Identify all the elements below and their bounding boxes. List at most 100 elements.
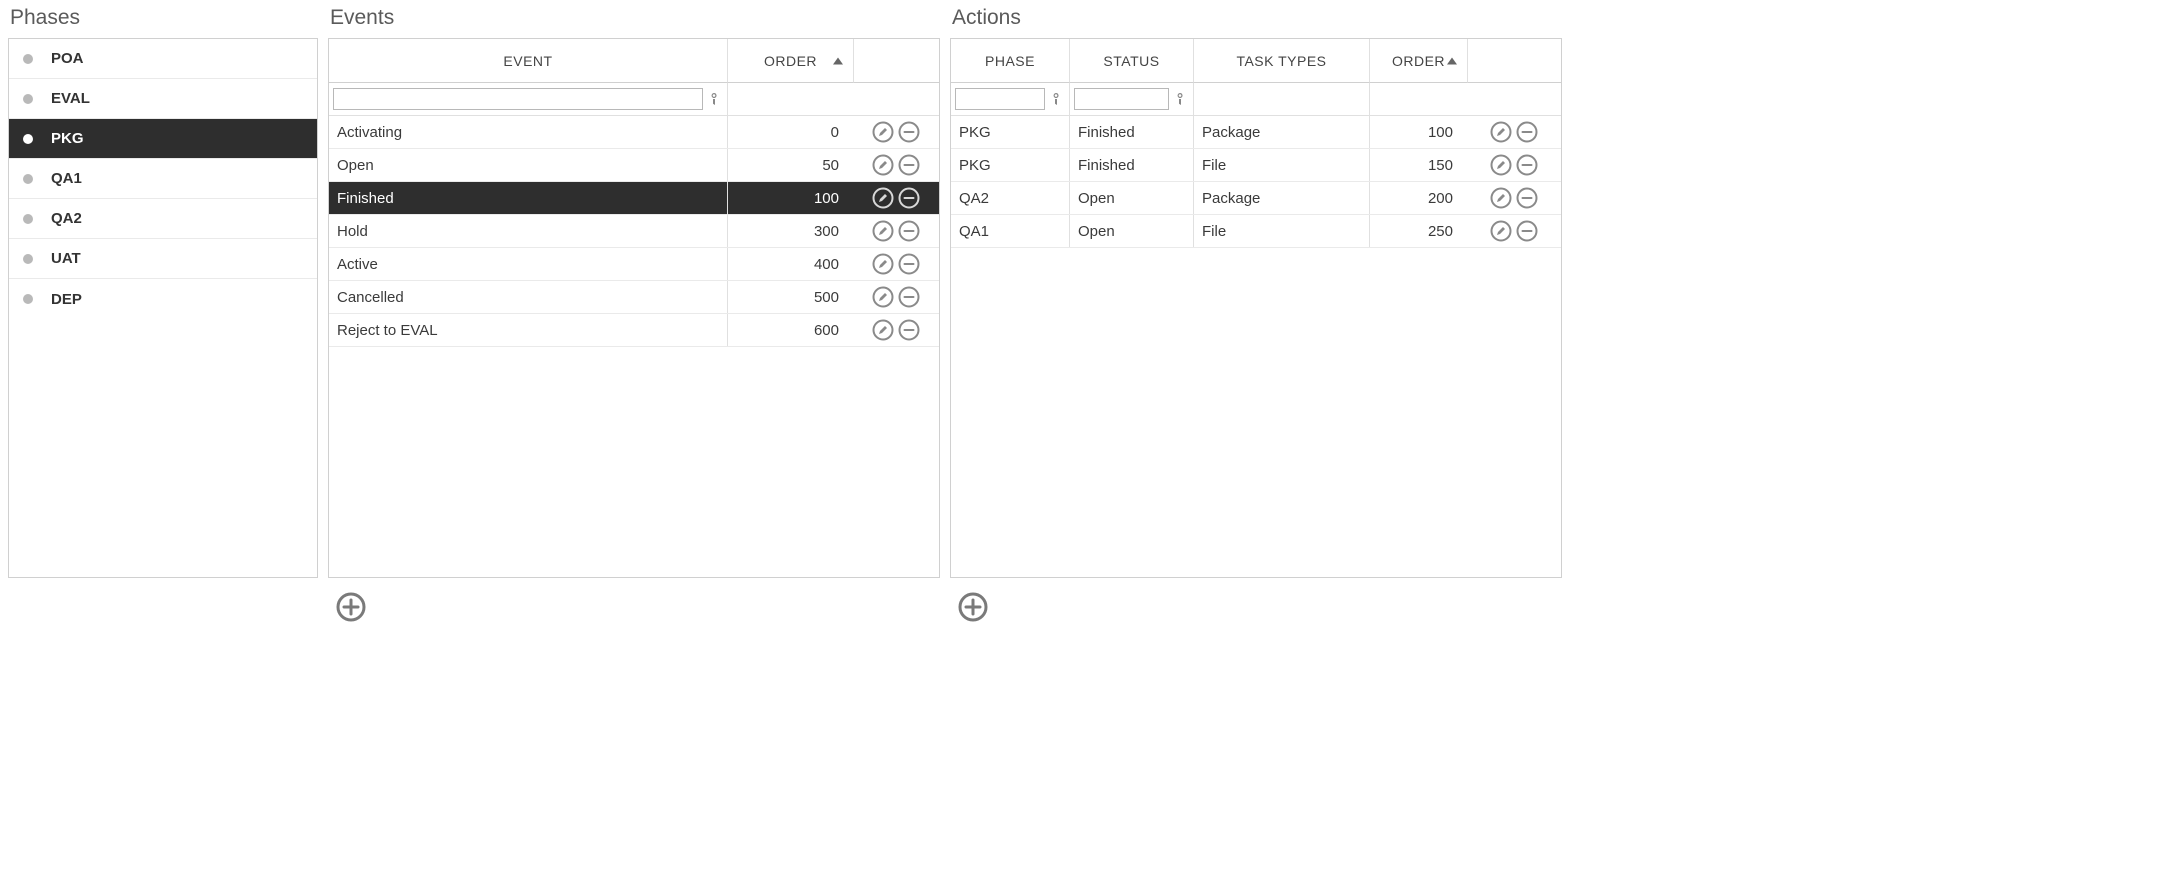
event-order-cell: 600 bbox=[727, 314, 853, 346]
events-title: Events bbox=[330, 6, 940, 30]
event-name-cell: Finished bbox=[329, 182, 727, 214]
phase-label: EVAL bbox=[51, 90, 90, 107]
phase-item[interactable]: PKG bbox=[9, 119, 317, 159]
phase-item[interactable]: UAT bbox=[9, 239, 317, 279]
action-status-cell: Finished bbox=[1069, 116, 1193, 148]
event-row[interactable]: Cancelled500 bbox=[329, 281, 939, 314]
edit-icon[interactable] bbox=[1489, 219, 1513, 243]
edit-icon[interactable] bbox=[1489, 120, 1513, 144]
remove-icon[interactable] bbox=[1515, 120, 1539, 144]
phase-label: DEP bbox=[51, 291, 82, 308]
events-add-button[interactable] bbox=[334, 590, 368, 624]
events-filter-row bbox=[329, 83, 939, 116]
edit-icon[interactable] bbox=[871, 120, 895, 144]
remove-icon[interactable] bbox=[897, 120, 921, 144]
edit-icon[interactable] bbox=[871, 285, 895, 309]
edit-icon[interactable] bbox=[1489, 186, 1513, 210]
actions-header-order[interactable]: ORDER bbox=[1369, 39, 1467, 83]
actions-filter-status-input[interactable] bbox=[1074, 88, 1169, 110]
filter-icon[interactable] bbox=[705, 89, 723, 109]
actions-header-status[interactable]: STATUS bbox=[1069, 39, 1193, 83]
action-order-cell: 100 bbox=[1369, 116, 1467, 148]
action-row[interactable]: PKGFinishedPackage100 bbox=[951, 116, 1561, 149]
action-status-cell: Open bbox=[1069, 215, 1193, 247]
phase-item[interactable]: DEP bbox=[9, 279, 317, 319]
edit-icon[interactable] bbox=[871, 186, 895, 210]
event-name-cell: Open bbox=[329, 149, 727, 181]
remove-icon[interactable] bbox=[897, 318, 921, 342]
event-row[interactable]: Activating0 bbox=[329, 116, 939, 149]
status-dot-icon bbox=[23, 94, 33, 104]
filter-icon[interactable] bbox=[1047, 89, 1065, 109]
phase-item[interactable]: POA bbox=[9, 39, 317, 79]
events-header-actions bbox=[853, 39, 939, 83]
actions-title: Actions bbox=[952, 6, 1562, 30]
event-row[interactable]: Open50 bbox=[329, 149, 939, 182]
action-status-cell: Open bbox=[1069, 182, 1193, 214]
actions-header-types[interactable]: TASK TYPES bbox=[1193, 39, 1369, 83]
remove-icon[interactable] bbox=[897, 219, 921, 243]
actions-header-order-label: ORDER bbox=[1392, 53, 1445, 69]
phases-section: Phases POAEVALPKGQA1QA2UATDEP bbox=[8, 6, 318, 626]
phases-panel: POA EVAL PKG QA1QA2 UAT DEP bbox=[8, 38, 318, 578]
action-types-cell: Package bbox=[1193, 182, 1369, 214]
actions-header-actions bbox=[1467, 39, 1561, 83]
event-actions-cell bbox=[853, 281, 939, 313]
status-dot-icon bbox=[23, 174, 33, 184]
phase-item[interactable]: QA2 bbox=[9, 199, 317, 239]
edit-icon[interactable] bbox=[871, 252, 895, 276]
action-row[interactable]: QA1OpenFile250 bbox=[951, 215, 1561, 248]
event-row[interactable]: Reject to EVAL600 bbox=[329, 314, 939, 347]
event-order-cell: 100 bbox=[727, 182, 853, 214]
edit-icon[interactable] bbox=[871, 153, 895, 177]
remove-icon[interactable] bbox=[1515, 219, 1539, 243]
event-order-cell: 50 bbox=[727, 149, 853, 181]
remove-icon[interactable] bbox=[897, 186, 921, 210]
phase-item[interactable]: QA1 bbox=[9, 159, 317, 199]
actions-section: Actions PHASE STATUS TASK TYPES ORDER bbox=[950, 6, 1562, 626]
remove-icon[interactable] bbox=[897, 252, 921, 276]
actions-add-button[interactable] bbox=[956, 590, 990, 624]
action-types-cell: File bbox=[1193, 215, 1369, 247]
actions-header-phase[interactable]: PHASE bbox=[951, 39, 1069, 83]
action-row[interactable]: QA2OpenPackage200 bbox=[951, 182, 1561, 215]
phase-label: PKG bbox=[51, 130, 84, 147]
events-filter-event-input[interactable] bbox=[333, 88, 703, 110]
phase-label: UAT bbox=[51, 250, 81, 267]
event-row[interactable]: Hold300 bbox=[329, 215, 939, 248]
remove-icon[interactable] bbox=[1515, 186, 1539, 210]
action-phase-cell: PKG bbox=[951, 116, 1069, 148]
sort-asc-icon bbox=[1447, 57, 1457, 64]
event-name-cell: Reject to EVAL bbox=[329, 314, 727, 346]
events-header-row: EVENT ORDER bbox=[329, 39, 939, 83]
actions-header-row: PHASE STATUS TASK TYPES ORDER bbox=[951, 39, 1561, 83]
event-row[interactable]: Finished100 bbox=[329, 182, 939, 215]
edit-icon[interactable] bbox=[871, 318, 895, 342]
event-actions-cell bbox=[853, 116, 939, 148]
remove-icon[interactable] bbox=[1515, 153, 1539, 177]
action-order-cell: 200 bbox=[1369, 182, 1467, 214]
event-order-cell: 400 bbox=[727, 248, 853, 280]
event-name-cell: Active bbox=[329, 248, 727, 280]
remove-icon[interactable] bbox=[897, 285, 921, 309]
events-header-order[interactable]: ORDER bbox=[727, 39, 853, 83]
event-actions-cell bbox=[853, 149, 939, 181]
actions-filter-phase-input[interactable] bbox=[955, 88, 1045, 110]
remove-icon[interactable] bbox=[897, 153, 921, 177]
action-actions-cell bbox=[1467, 116, 1561, 148]
action-order-cell: 250 bbox=[1369, 215, 1467, 247]
action-row[interactable]: PKGFinishedFile150 bbox=[951, 149, 1561, 182]
status-dot-icon bbox=[23, 54, 33, 64]
edit-icon[interactable] bbox=[871, 219, 895, 243]
action-types-cell: Package bbox=[1193, 116, 1369, 148]
phase-item[interactable]: EVAL bbox=[9, 79, 317, 119]
edit-icon[interactable] bbox=[1489, 153, 1513, 177]
event-row[interactable]: Active400 bbox=[329, 248, 939, 281]
filter-icon[interactable] bbox=[1171, 89, 1189, 109]
action-order-cell: 150 bbox=[1369, 149, 1467, 181]
events-section: Events EVENT ORDER bbox=[328, 6, 940, 626]
status-dot-icon bbox=[23, 294, 33, 304]
events-header-event[interactable]: EVENT bbox=[329, 39, 727, 83]
action-actions-cell bbox=[1467, 149, 1561, 181]
event-actions-cell bbox=[853, 248, 939, 280]
